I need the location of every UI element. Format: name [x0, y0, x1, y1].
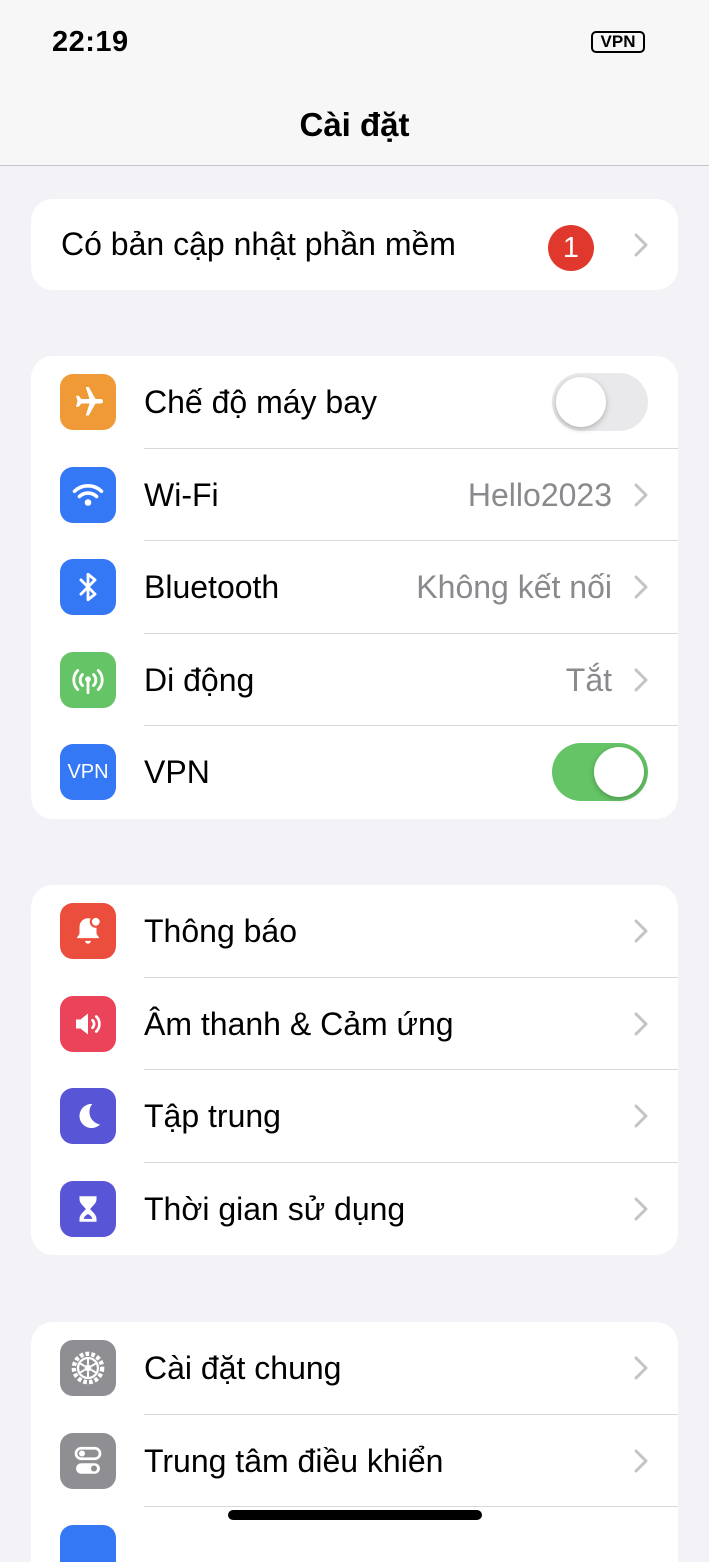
software-update-label: Có bản cập nhật phần mềm [61, 226, 456, 262]
chevron-right-icon [634, 1012, 648, 1035]
general-settings-label: Cài đặt chung [144, 1350, 342, 1386]
notifications-label: Thông báo [144, 913, 298, 949]
update-badge: 1 [548, 225, 594, 271]
airplane-mode-label: Chế độ máy bay [144, 384, 378, 420]
home-indicator [228, 1510, 482, 1520]
speaker-icon [60, 995, 116, 1052]
wifi-icon [60, 466, 116, 523]
control-center-row[interactable]: Trung tâm điều khiển [31, 1415, 678, 1507]
cellular-label: Di động [144, 661, 255, 698]
screen-time-label: Thời gian sử dụng [144, 1190, 406, 1227]
bluetooth-row[interactable]: Bluetooth Không kết nối [31, 541, 678, 634]
chevron-right-icon [634, 668, 648, 691]
notifications-group: Thông báo Âm thanh & Cảm ứng Tập trung T… [31, 885, 678, 1255]
chevron-right-icon [634, 1356, 648, 1380]
wifi-network-value: Hello2023 [467, 476, 612, 513]
sounds-haptics-row[interactable]: Âm thanh & Cảm ứng [31, 978, 678, 1070]
page-title: Cài đặt [299, 106, 410, 143]
software-update-group: Có bản cập nhật phần mềm 1 [31, 199, 678, 290]
bell-icon [60, 903, 116, 959]
chevron-right-icon [634, 575, 648, 599]
sounds-haptics-label: Âm thanh & Cảm ứng [144, 1005, 454, 1042]
software-update-row[interactable]: Có bản cập nhật phần mềm 1 [31, 199, 678, 290]
bluetooth-label: Bluetooth [144, 569, 280, 605]
vpn-row: VPN VPN [31, 726, 678, 819]
vpn-icon: VPN [60, 744, 116, 800]
gear-icon [60, 1340, 116, 1396]
general-group: Cài đặt chung Trung tâm điều khiển [31, 1322, 678, 1562]
moon-icon [60, 1088, 116, 1144]
vpn-label: VPN [144, 754, 210, 790]
navigation-bar: Cài đặt [0, 88, 709, 166]
airplane-mode-toggle[interactable] [552, 373, 648, 431]
cellular-icon [60, 651, 116, 708]
notifications-row[interactable]: Thông báo [31, 885, 678, 978]
general-settings-row[interactable]: Cài đặt chung [31, 1322, 678, 1415]
chevron-right-icon [634, 1449, 648, 1472]
hourglass-icon [60, 1180, 116, 1237]
chevron-right-icon [634, 1104, 648, 1128]
focus-row[interactable]: Tập trung [31, 1070, 678, 1163]
airplane-icon [60, 374, 116, 430]
chevron-right-icon [634, 1197, 648, 1220]
control-center-label: Trung tâm điều khiển [144, 1442, 444, 1479]
bluetooth-icon [60, 559, 116, 615]
status-bar: 22:19 VPN [0, 0, 709, 88]
connectivity-group: Chế độ máy bay Wi-Fi Hello2023 Bluetooth… [31, 356, 678, 819]
cellular-row[interactable]: Di động Tắt [31, 634, 678, 726]
screen-time-row[interactable]: Thời gian sử dụng [31, 1163, 678, 1256]
display-icon [60, 1525, 116, 1562]
bluetooth-status-value: Không kết nối [416, 569, 612, 605]
control-center-icon [60, 1432, 116, 1489]
status-time: 22:19 [52, 26, 129, 58]
chevron-right-icon [634, 919, 648, 943]
vpn-status-badge: VPN [591, 31, 645, 53]
airplane-mode-row: Chế độ máy bay [31, 356, 678, 449]
cellular-status-value: Tắt [565, 661, 612, 698]
focus-label: Tập trung [144, 1098, 281, 1134]
chevron-right-icon [634, 483, 648, 506]
wifi-row[interactable]: Wi-Fi Hello2023 [31, 449, 678, 541]
chevron-right-icon [634, 233, 648, 257]
vpn-toggle[interactable] [552, 743, 648, 801]
wifi-label: Wi-Fi [144, 476, 219, 513]
